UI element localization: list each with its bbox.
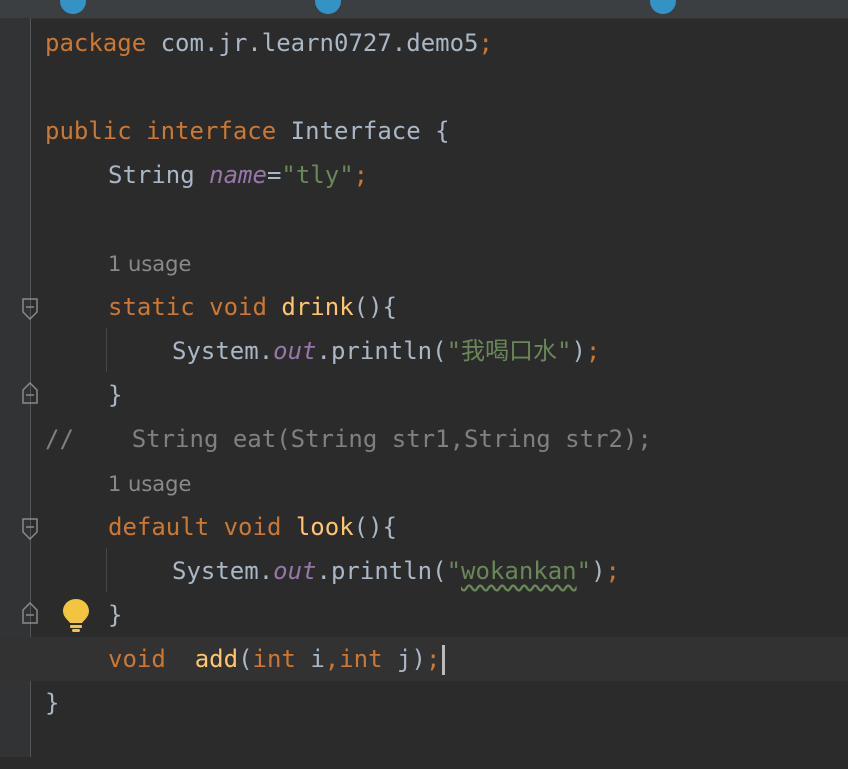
comment: // String eat(String str1,String str2);	[45, 425, 652, 453]
operator-equals: =	[266, 161, 282, 189]
semicolon: ;	[425, 645, 441, 673]
code-line[interactable]: // String eat(String str1,String str2);	[0, 417, 848, 461]
code-line[interactable]: public interface Interface {	[0, 109, 848, 153]
method-name: add	[194, 645, 239, 673]
param-name: i	[295, 645, 325, 673]
code-line[interactable]: System.out.println("我喝口水");	[0, 329, 848, 373]
code-line-current[interactable]: void add(int i,int j);	[0, 637, 848, 681]
keyword-package: package	[45, 29, 147, 57]
method-println: .println(	[316, 557, 447, 585]
method-println: .println(	[316, 337, 447, 365]
code-line[interactable]: }	[0, 373, 848, 417]
keyword-void: void	[209, 293, 267, 321]
field-out: out	[273, 557, 317, 585]
close-paren: )	[571, 337, 586, 365]
method-name: drink	[281, 293, 354, 321]
keyword-void: void	[108, 645, 166, 673]
code-line[interactable]: }	[0, 593, 848, 637]
field-out: out	[273, 337, 317, 365]
code-line[interactable]: package com.jr.learn0727.demo5;	[0, 21, 848, 65]
usage-hint[interactable]: 1 usage	[108, 462, 191, 506]
code-line[interactable]: default void look(){	[0, 505, 848, 549]
close-paren: )	[591, 557, 606, 585]
keyword-int: int	[339, 645, 383, 673]
close-brace: }	[108, 381, 123, 409]
class-system: System.	[172, 337, 274, 365]
semicolon: ;	[585, 337, 601, 365]
string-literal: "tly"	[281, 161, 354, 189]
semicolon: ;	[478, 29, 493, 57]
close-brace: }	[108, 601, 123, 629]
keyword-default: default	[108, 513, 210, 541]
semicolon: ;	[353, 161, 369, 189]
keyword-public: public	[45, 117, 132, 145]
string-literal: "我喝口水"	[446, 337, 572, 365]
code-line[interactable]: static void drink(){	[0, 285, 848, 329]
code-line[interactable]: String name="tly";	[0, 153, 848, 197]
tab-file-icon[interactable]	[315, 0, 341, 14]
close-paren: )	[411, 645, 426, 673]
parens-brace: (){	[353, 293, 398, 321]
keyword-void: void	[223, 513, 282, 541]
class-system: System.	[172, 557, 274, 585]
code-line[interactable]: }	[0, 681, 848, 725]
editor-tab-bar	[0, 0, 848, 19]
parens-brace: (){	[353, 513, 398, 541]
string-quote: "	[446, 557, 462, 585]
method-name: look	[295, 513, 354, 541]
string-quote: "	[576, 557, 592, 585]
code-line[interactable]: System.out.println("wokankan");	[0, 549, 848, 593]
tab-file-icon[interactable]	[60, 0, 86, 14]
keyword-interface: interface	[146, 117, 277, 145]
param-name: j	[382, 645, 412, 673]
keyword-int: int	[252, 645, 296, 673]
tab-file-icon[interactable]	[650, 0, 676, 14]
close-brace: }	[45, 689, 60, 717]
interface-name: Interface {	[276, 117, 450, 145]
package-name: com.jr.learn0727.demo5	[146, 29, 479, 57]
type-string: String	[108, 161, 195, 189]
usage-hint[interactable]: 1 usage	[108, 242, 191, 286]
open-paren: (	[238, 645, 253, 673]
keyword-static: static	[108, 293, 195, 321]
semicolon: ;	[605, 557, 620, 585]
string-literal-typo: wokankan	[461, 557, 577, 585]
text-caret	[442, 645, 446, 675]
field-name: name	[209, 161, 267, 189]
comma: ,	[324, 645, 340, 673]
